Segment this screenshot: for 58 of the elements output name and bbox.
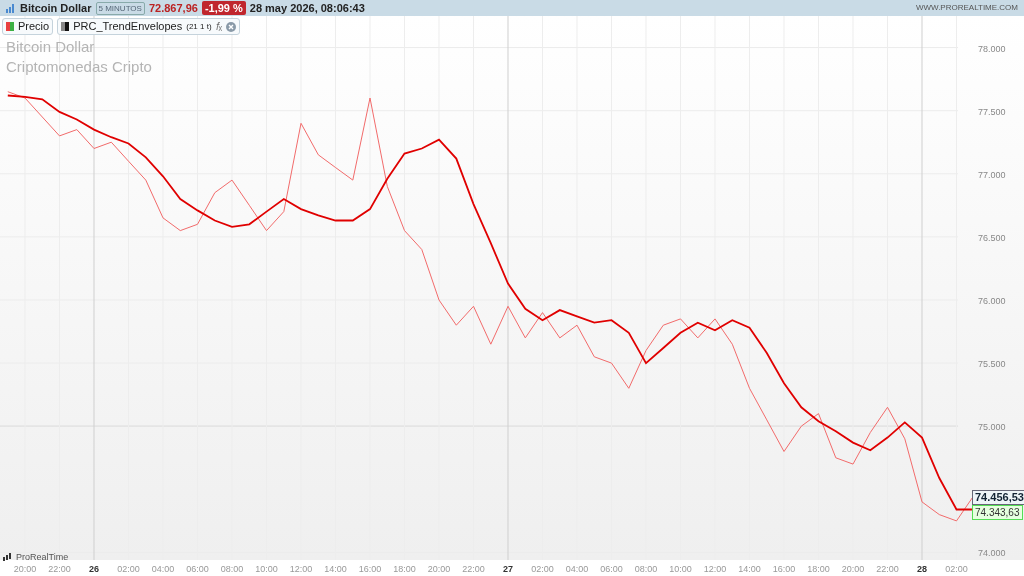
axis-label: 14:00 (324, 564, 347, 574)
axis-label: 06:00 (186, 564, 209, 574)
swatch-icon (61, 22, 70, 31)
axis-label: 22:00 (876, 564, 899, 574)
axis-label: 20:00 (841, 564, 865, 574)
last-price-label: 74.456,53 (972, 490, 1024, 505)
brand-name: ProRealTime (16, 551, 69, 564)
axis-label: 10:00 (669, 564, 692, 574)
axis-label: 12:00 (289, 564, 313, 574)
chart-watermark-text: Bitcoin Dollar (6, 37, 96, 57)
close-icon[interactable] (226, 21, 237, 32)
axis-label: 22:00 (462, 564, 485, 574)
axis-label: 08:00 (634, 564, 658, 574)
axis-label: 16:00 (358, 564, 382, 574)
axis-label: 75.500 (978, 359, 1006, 370)
axis-label: 02:00 (945, 564, 968, 574)
axis-label: 76.000 (978, 296, 1006, 306)
axis-label: 77.000 (978, 169, 1006, 180)
chart-watermark-text: Criptomonedas Cripto (6, 57, 152, 77)
legend-label: PRC_TrendEnvelopes (73, 19, 183, 34)
axis-label: 02:00 (117, 564, 140, 574)
axis-label: 04:00 (565, 564, 589, 574)
axis-label: 75.000 (978, 422, 1006, 433)
indicator-value-label: 74.343,63 (972, 505, 1023, 520)
legend-chip[interactable]: Precio (2, 18, 54, 35)
legend-chip[interactable]: PRC_TrendEnvelopes (21 1 t) 𝑓ₓ (57, 18, 241, 35)
axis-label: 78.000 (978, 43, 1006, 54)
formula-icon: 𝑓ₓ (215, 19, 223, 34)
indicator-params: (21 1 t) (186, 21, 212, 33)
instrument-name: Bitcoin Dollar (20, 0, 92, 16)
axis-label: 28 (917, 564, 927, 574)
axis-label: 14:00 (738, 564, 761, 574)
axis-label: 76.500 (978, 232, 1006, 243)
axis-label: 04:00 (151, 564, 175, 574)
axis-label: 20:00 (427, 564, 451, 574)
date-time: 28 may 2026, 08:06:43 (249, 0, 365, 16)
axis-label: 16:00 (772, 564, 796, 574)
last-price: 72.867,96 (148, 0, 198, 16)
axis-label: 02:00 (531, 564, 554, 574)
axis-label: 22:00 (48, 564, 71, 574)
axis-label: 06:00 (600, 564, 623, 574)
axis-label: 12:00 (703, 564, 727, 574)
axis-label: 08:00 (220, 564, 244, 574)
axis-label: 10:00 (255, 564, 278, 574)
axis-label: 20:00 (13, 564, 37, 574)
candles-icon (3, 553, 12, 563)
color-swatch-icon (6, 22, 14, 31)
axis-label: 18:00 (393, 564, 416, 574)
legend-label: Precio (18, 19, 50, 34)
axis-label: 27 (503, 564, 513, 574)
timeframe-tag: 5 MINUTOS (95, 1, 145, 15)
axis-label: 74.000 (978, 548, 1006, 559)
axis-label: 18:00 (807, 564, 830, 574)
axis-label: 26 (89, 564, 99, 574)
bars-icon (6, 3, 16, 13)
axis-label: 77.500 (978, 106, 1006, 117)
change-percent: -1,99 % (201, 1, 246, 15)
website-url: WWW.PROREALTIME.COM (915, 2, 1018, 14)
